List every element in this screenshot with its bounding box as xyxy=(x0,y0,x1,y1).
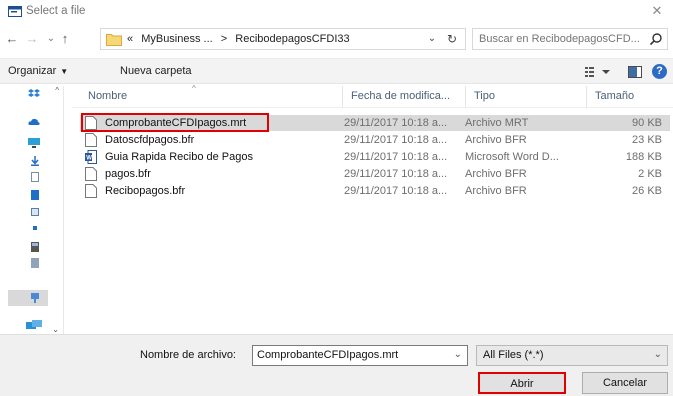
column-header-date[interactable]: Fecha de modifica... xyxy=(351,90,450,102)
file-name: Guia Rapida Recibo de Pagos xyxy=(105,151,253,163)
file-size: 26 KB xyxy=(632,185,662,197)
network-icon xyxy=(31,293,39,303)
chevron-down-icon[interactable]: ⌄ xyxy=(454,349,462,360)
arrow-left-icon[interactable]: ← xyxy=(4,31,20,47)
pictures-icon[interactable] xyxy=(31,208,39,216)
filename-value[interactable]: ComprobanteCFDIpagos.mrt xyxy=(257,349,398,361)
dropbox-icon[interactable] xyxy=(28,88,40,100)
drive-icon[interactable] xyxy=(31,242,39,252)
column-divider[interactable] xyxy=(586,86,587,108)
file-type: Archivo BFR xyxy=(465,134,527,146)
file-name: pagos.bfr xyxy=(105,168,151,180)
file-icon xyxy=(85,133,97,147)
file-row[interactable]: W Guia Rapida Recibo de Pagos 29/11/2017… xyxy=(80,149,670,165)
cloud-icon[interactable] xyxy=(28,118,40,126)
file-row[interactable]: Recibopagos.bfr 29/11/2017 10:18 a... Ar… xyxy=(80,183,670,199)
file-name: Recibopagos.bfr xyxy=(105,185,186,197)
breadcrumb-separator: > xyxy=(220,33,228,45)
arrow-right-icon[interactable]: → xyxy=(24,31,40,47)
search-icon[interactable] xyxy=(649,32,663,46)
homegroup-icon[interactable] xyxy=(26,320,42,330)
annotation-highlight-box xyxy=(81,113,269,132)
file-date: 29/11/2017 10:18 a... xyxy=(344,134,448,146)
file-icon xyxy=(85,184,97,198)
svg-text:W: W xyxy=(86,156,92,162)
command-toolbar: Organizar ▼ Nueva carpeta ? xyxy=(0,58,673,84)
help-icon[interactable]: ? xyxy=(652,64,667,79)
storage-icon[interactable] xyxy=(31,258,39,268)
open-button[interactable]: Abrir xyxy=(478,372,566,394)
refresh-icon[interactable]: ↻ xyxy=(444,31,460,47)
word-document-icon: W xyxy=(85,150,97,164)
file-date: 29/11/2017 10:18 a... xyxy=(344,117,448,129)
chevron-down-icon[interactable]: ⌄ xyxy=(654,349,662,360)
dialog-footer: Nombre de archivo: ComprobanteCFDIpagos.… xyxy=(0,334,673,396)
address-bar[interactable]: « MyBusiness ... > RecibodepagosCFDI33 ⌄… xyxy=(100,28,466,50)
breadcrumb-item-current[interactable]: RecibodepagosCFDI33 xyxy=(235,33,349,45)
breadcrumb: « MyBusiness ... > RecibodepagosCFDI33 xyxy=(127,33,355,45)
window-title: Select a file xyxy=(26,5,86,17)
column-headers: Nombre ^ Fecha de modifica... Tipo Tamañ… xyxy=(72,84,673,108)
new-folder-button[interactable]: Nueva carpeta xyxy=(120,65,192,77)
sort-ascending-icon: ^ xyxy=(192,84,196,93)
file-name: Datoscfdpagos.bfr xyxy=(105,134,195,146)
file-row[interactable]: pagos.bfr 29/11/2017 10:18 a... Archivo … xyxy=(80,166,670,182)
organize-label: Organizar xyxy=(8,65,57,77)
file-date: 29/11/2017 10:18 a... xyxy=(344,151,448,163)
close-icon[interactable]: ✕ xyxy=(649,3,665,19)
file-icon xyxy=(85,167,97,181)
filename-label: Nombre de archivo: xyxy=(140,349,236,361)
arrow-up-icon[interactable]: ↑ xyxy=(57,31,73,47)
file-type: Archivo BFR xyxy=(465,168,527,180)
column-divider[interactable] xyxy=(465,86,466,108)
column-header-name[interactable]: Nombre xyxy=(88,90,127,102)
folder-icon xyxy=(106,34,122,46)
nav-selected-item[interactable] xyxy=(8,290,48,306)
videos-icon[interactable] xyxy=(33,226,37,230)
file-size: 188 KB xyxy=(625,151,662,163)
music-icon[interactable] xyxy=(31,190,39,200)
search-box[interactable] xyxy=(472,28,668,50)
breadcrumb-overflow[interactable]: « xyxy=(127,33,133,45)
file-type-filter[interactable]: All Files (*.*) ⌄ xyxy=(476,345,668,366)
file-type: Archivo MRT xyxy=(465,117,529,129)
file-date: 29/11/2017 10:18 a... xyxy=(344,168,448,180)
file-size: 2 KB xyxy=(638,168,662,180)
view-options-icon[interactable] xyxy=(585,66,611,78)
search-input[interactable] xyxy=(479,32,649,46)
breadcrumb-item-mybusiness[interactable]: MyBusiness ... xyxy=(141,33,213,45)
filename-field[interactable]: ComprobanteCFDIpagos.mrt ⌄ xyxy=(252,345,468,366)
caret-down-icon: ▼ xyxy=(60,67,69,76)
organize-button[interactable]: Organizar ▼ xyxy=(8,65,68,77)
computer-icon[interactable] xyxy=(28,138,40,148)
download-icon[interactable] xyxy=(31,156,39,166)
file-type: Microsoft Word D... xyxy=(465,151,559,163)
title-bar: Select a file ✕ xyxy=(0,0,673,24)
column-header-type[interactable]: Tipo xyxy=(474,90,495,102)
cancel-button[interactable]: Cancelar xyxy=(582,372,668,394)
file-date: 29/11/2017 10:18 a... xyxy=(344,185,448,197)
scroll-down-icon[interactable]: ⌄ xyxy=(52,325,59,334)
file-size: 90 KB xyxy=(632,117,662,129)
file-size: 23 KB xyxy=(632,134,662,146)
column-header-size[interactable]: Tamaño xyxy=(595,90,634,102)
filter-value: All Files (*.*) xyxy=(483,349,544,361)
scroll-up-icon[interactable]: ^ xyxy=(55,86,59,95)
dialog-icon xyxy=(8,6,22,17)
address-dropdown-icon[interactable]: ⌄ xyxy=(425,32,439,46)
file-type: Archivo BFR xyxy=(465,185,527,197)
column-divider[interactable] xyxy=(342,86,343,108)
file-row[interactable]: Datoscfdpagos.bfr 29/11/2017 10:18 a... … xyxy=(80,132,670,148)
navigation-pane: ^ ⌄ xyxy=(0,86,64,334)
document-icon[interactable] xyxy=(31,172,39,182)
preview-pane-icon[interactable] xyxy=(628,66,642,78)
